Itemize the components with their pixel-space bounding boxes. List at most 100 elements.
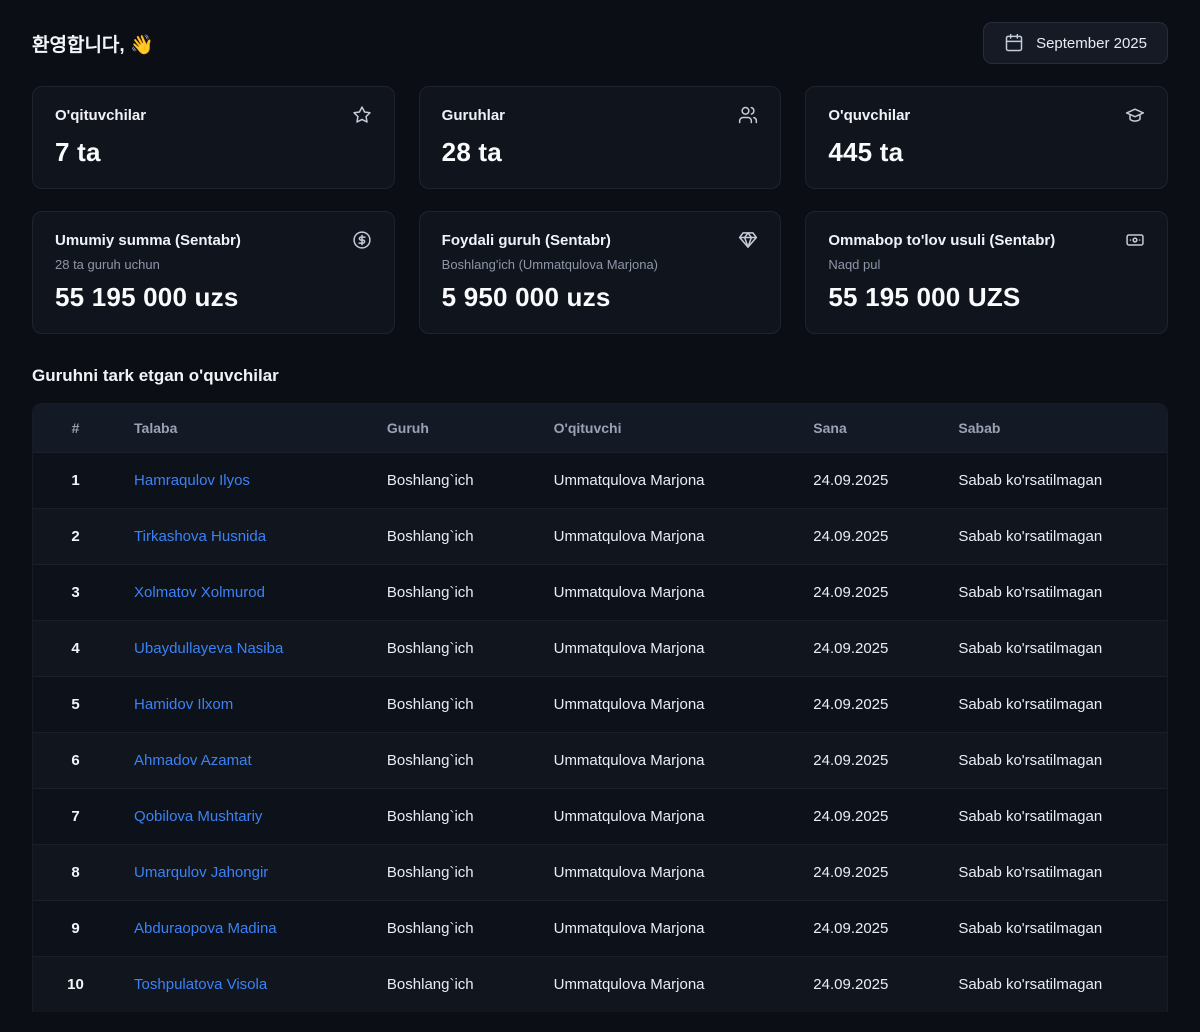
teacher-cell: Ummatqulova Marjona [538,621,798,677]
reason-cell: Sabab ko'rsatilmagan [942,565,1167,621]
date-cell: 24.09.2025 [797,789,942,845]
date-cell: 24.09.2025 [797,845,942,901]
card-title: Umumiy summa (Sentabr) [55,232,241,249]
reason-cell: Sabab ko'rsatilmagan [942,453,1167,509]
student-link[interactable]: Qobilova Mushtariy [134,808,262,825]
date-cell: 24.09.2025 [797,733,942,789]
month-picker-button[interactable]: September 2025 [983,22,1168,64]
topbar: 환영합니다, 👋 September 2025 [32,22,1168,64]
card-subtitle: Boshlang'ich (Ummatqulova Marjona) [442,257,759,272]
column-header-num: # [33,404,118,453]
table-header: # Talaba Guruh O'qituvchi Sana Sabab [33,404,1167,453]
student-link[interactable]: Hamidov Ilxom [134,696,233,713]
row-index: 10 [33,957,118,1013]
student-link[interactable]: Toshpulatova Visola [134,976,267,993]
teacher-cell: Ummatqulova Marjona [538,957,798,1013]
stat-cards-row: O'qituvchilar 7 ta Guruhlar 28 ta O'quvc… [32,86,1168,189]
column-header-group: Guruh [371,404,538,453]
reason-cell: Sabab ko'rsatilmagan [942,845,1167,901]
group-cell: Boshlang`ich [371,789,538,845]
student-link[interactable]: Ubaydullayeva Nasiba [134,640,283,657]
group-cell: Boshlang`ich [371,565,538,621]
stat-card-teachers: O'qituvchilar 7 ta [32,86,395,189]
graduation-cap-icon [1125,105,1145,125]
total-sum-card: Umumiy summa (Sentabr) 28 ta guruh uchun… [32,211,395,334]
card-value: 445 ta [828,137,1145,168]
stat-card-groups: Guruhlar 28 ta [419,86,782,189]
row-index: 9 [33,901,118,957]
teacher-cell: Ummatqulova Marjona [538,845,798,901]
star-icon [352,105,372,125]
popular-payment-card: Ommabop to'lov usuli (Sentabr) Naqd pul … [805,211,1168,334]
card-value: 28 ta [442,137,759,168]
dashboard-page: 환영합니다, 👋 September 2025 O'qituvchilar 7 … [0,0,1200,1012]
row-index: 2 [33,509,118,565]
date-cell: 24.09.2025 [797,621,942,677]
group-cell: Boshlang`ich [371,453,538,509]
users-icon [738,105,758,125]
table-row: 2 Tirkashova Husnida Boshlang`ich Ummatq… [33,509,1167,565]
group-cell: Boshlang`ich [371,621,538,677]
row-index: 5 [33,677,118,733]
card-value: 55 195 000 uzs [55,282,372,313]
card-title: O'quvchilar [828,107,910,124]
calendar-icon [1004,33,1024,53]
card-value: 5 950 000 uzs [442,282,759,313]
row-index: 8 [33,845,118,901]
column-header-reason: Sabab [942,404,1167,453]
leavers-table: # Talaba Guruh O'qituvchi Sana Sabab 1 H… [32,403,1168,1012]
card-title: O'qituvchilar [55,107,146,124]
student-link[interactable]: Ahmadov Azamat [134,752,252,769]
dollar-circle-icon [352,230,372,250]
student-link[interactable]: Hamraqulov Ilyos [134,472,250,489]
reason-cell: Sabab ko'rsatilmagan [942,509,1167,565]
group-cell: Boshlang`ich [371,957,538,1013]
table-row: 3 Xolmatov Xolmurod Boshlang`ich Ummatqu… [33,565,1167,621]
teacher-cell: Ummatqulova Marjona [538,453,798,509]
reason-cell: Sabab ko'rsatilmagan [942,901,1167,957]
table-row: 6 Ahmadov Azamat Boshlang`ich Ummatqulov… [33,733,1167,789]
table-row: 9 Abduraopova Madina Boshlang`ich Ummatq… [33,901,1167,957]
group-cell: Boshlang`ich [371,509,538,565]
row-index: 4 [33,621,118,677]
card-subtitle: 28 ta guruh uchun [55,257,372,272]
teacher-cell: Ummatqulova Marjona [538,565,798,621]
summary-cards-row: Umumiy summa (Sentabr) 28 ta guruh uchun… [32,211,1168,334]
table-row: 4 Ubaydullayeva Nasiba Boshlang`ich Umma… [33,621,1167,677]
card-title: Guruhlar [442,107,505,124]
student-link[interactable]: Xolmatov Xolmurod [134,584,265,601]
student-link[interactable]: Tirkashova Husnida [134,528,266,545]
teacher-cell: Ummatqulova Marjona [538,733,798,789]
table-row: 1 Hamraqulov Ilyos Boshlang`ich Ummatqul… [33,453,1167,509]
teacher-cell: Ummatqulova Marjona [538,677,798,733]
card-title: Foydali guruh (Sentabr) [442,232,611,249]
reason-cell: Sabab ko'rsatilmagan [942,733,1167,789]
column-header-date: Sana [797,404,942,453]
student-link[interactable]: Abduraopova Madina [134,920,277,937]
stat-card-students: O'quvchilar 445 ta [805,86,1168,189]
row-index: 3 [33,565,118,621]
date-cell: 24.09.2025 [797,453,942,509]
reason-cell: Sabab ko'rsatilmagan [942,677,1167,733]
student-link[interactable]: Umarqulov Jahongir [134,864,268,881]
group-cell: Boshlang`ich [371,677,538,733]
reason-cell: Sabab ko'rsatilmagan [942,957,1167,1013]
group-cell: Boshlang`ich [371,845,538,901]
row-index: 1 [33,453,118,509]
column-header-teacher: O'qituvchi [538,404,798,453]
card-value: 7 ta [55,137,372,168]
group-cell: Boshlang`ich [371,733,538,789]
reason-cell: Sabab ko'rsatilmagan [942,621,1167,677]
greeting: 환영합니다, 👋 [32,30,154,57]
teacher-cell: Ummatqulova Marjona [538,789,798,845]
column-header-student: Talaba [118,404,371,453]
leavers-section-title: Guruhni tark etgan o'quvchilar [32,366,1168,386]
top-group-card: Foydali guruh (Sentabr) Boshlang'ich (Um… [419,211,782,334]
table-row: 10 Toshpulatova Visola Boshlang`ich Umma… [33,957,1167,1013]
date-cell: 24.09.2025 [797,565,942,621]
card-value: 55 195 000 UZS [828,282,1145,313]
date-cell: 24.09.2025 [797,677,942,733]
table-row: 7 Qobilova Mushtariy Boshlang`ich Ummatq… [33,789,1167,845]
month-label: September 2025 [1036,35,1147,52]
card-subtitle: Naqd pul [828,257,1145,272]
